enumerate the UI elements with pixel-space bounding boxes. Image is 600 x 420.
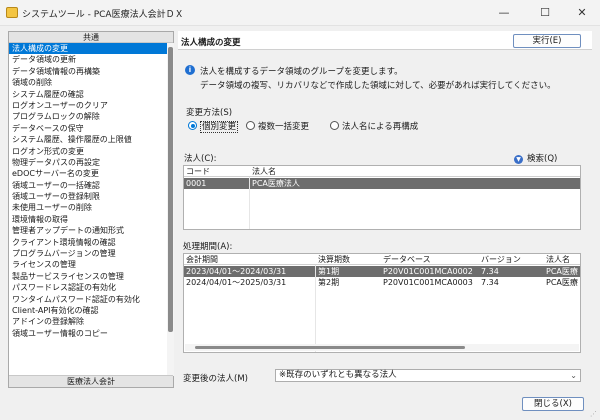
description-line-1: 法人を構成するデータ領域のグループを変更します。 xyxy=(200,67,403,77)
table-cell: 2023/04/01～2024/03/31 xyxy=(186,267,287,276)
sidebar-item[interactable]: ライセンスの管理 xyxy=(9,259,167,270)
sidebar-item[interactable]: 法人構成の変更 xyxy=(9,43,167,55)
sidebar-item[interactable]: Client-API有効化の確認 xyxy=(9,305,167,316)
target-corp-label: 変更後の法人(M) xyxy=(183,374,248,384)
maximize-button[interactable]: ☐ xyxy=(526,0,564,26)
radio-icon[interactable] xyxy=(330,121,339,130)
radio-label: 複数一括変更 xyxy=(258,122,310,132)
menu-scrollbar[interactable] xyxy=(167,43,174,376)
column-divider xyxy=(315,265,316,352)
hscroll-thumb[interactable] xyxy=(195,346,465,349)
table-header-row: コード 法人名 xyxy=(184,166,580,177)
table-cell: 0001 xyxy=(186,179,207,188)
corporation-table: コード 法人名 0001 PCA医療法人 xyxy=(183,165,581,230)
table-cell: PCA医療 xyxy=(546,278,578,287)
sidebar-item[interactable]: 領域の削除 xyxy=(9,77,167,88)
menu-group-footer[interactable]: 医療法人会計 xyxy=(9,375,173,387)
sidebar-item[interactable]: ログオン形式の変更 xyxy=(9,146,167,157)
sidebar-item[interactable]: 物理データパスの再設定 xyxy=(9,157,167,168)
close-window-button[interactable]: ✕ xyxy=(563,0,600,26)
table-header-row: 会計期間 決算期数 データベース バージョン 法人名 xyxy=(184,254,580,265)
sidebar-item[interactable]: 領域ユーザー情報のコピー xyxy=(9,328,167,339)
radio-checked-icon[interactable] xyxy=(188,121,197,130)
menu-scrollbar-thumb[interactable] xyxy=(168,47,173,332)
column-divider xyxy=(249,177,250,229)
table-cell: 2024/04/01～2025/03/31 xyxy=(186,278,287,287)
description-line-2: データ領域の複写、リカバリなどで作成した領域に対して、必要があれば実行してくださ… xyxy=(200,81,556,91)
sidebar-item[interactable]: 管理者アップデートの通知形式 xyxy=(9,225,167,236)
radio-rebuild-by-name[interactable]: 法人名による再構成 xyxy=(330,120,418,132)
target-corp-value: ※既存のいずれとも異なる法人 xyxy=(279,370,397,380)
sidebar-item[interactable]: プログラムバージョンの管理 xyxy=(9,248,167,259)
content-panel: 法人構成の変更 実行(E) i 法人を構成するデータ領域のグループを変更します。… xyxy=(178,31,592,388)
change-method-label: 変更方法(S) xyxy=(186,108,233,118)
table-cell: 第2期 xyxy=(318,278,340,287)
tool-menu-list: 法人構成の変更 データ領域の更新 データ領域情報の再構築 領域の削除 システム履歴の確認… xyxy=(9,43,167,376)
window-title: システムツール - PCA医療法人会計ＤＸ xyxy=(22,10,184,20)
sidebar-item[interactable]: 環境情報の取得 xyxy=(9,214,167,225)
column-header-period[interactable]: 会計期間 xyxy=(184,254,316,265)
sidebar-item[interactable]: パスワードレス認証の有効化 xyxy=(9,282,167,293)
sidebar-item[interactable]: 未使用ユーザーの削除 xyxy=(9,202,167,213)
menu-group-header[interactable]: 共通 xyxy=(9,32,173,43)
resize-grip-icon[interactable]: ⋰ xyxy=(590,410,597,418)
title-bar: システムツール - PCA医療法人会計ＤＸ — ☐ ✕ xyxy=(0,0,600,26)
sidebar-item[interactable]: アドインの登録解除 xyxy=(9,316,167,327)
table-cell: P20V01C001MCA0003 xyxy=(383,278,473,287)
sidebar-item[interactable]: プログラムロックの解除 xyxy=(9,111,167,122)
execute-button[interactable]: 実行(E) xyxy=(513,34,581,48)
table-row[interactable]: 0001 PCA医療法人 xyxy=(184,178,580,189)
minimize-button[interactable]: — xyxy=(485,0,523,26)
table-cell: PCA医療 xyxy=(546,267,578,276)
radio-bulk-change[interactable]: 複数一括変更 xyxy=(246,120,309,132)
radio-label: 個別変更 xyxy=(200,121,239,133)
table-cell: P20V01C001MCA0002 xyxy=(383,267,473,276)
close-button[interactable]: 閉じる(X) xyxy=(522,397,584,411)
info-icon: i xyxy=(185,65,195,75)
tool-menu-panel: 共通 法人構成の変更 データ領域の更新 データ領域情報の再構築 領域の削除 システム履歴… xyxy=(8,31,174,388)
column-header-version[interactable]: バージョン xyxy=(479,254,544,265)
sidebar-item[interactable]: クライアント環境情報の確認 xyxy=(9,237,167,248)
radio-icon[interactable] xyxy=(246,121,255,130)
period-table: 会計期間 決算期数 データベース バージョン 法人名 2023/04/01～20… xyxy=(183,253,581,353)
content-header: 法人構成の変更 実行(E) xyxy=(178,31,592,50)
sidebar-item[interactable]: システム履歴、操作履歴の上限値 xyxy=(9,134,167,145)
sidebar-item[interactable]: ワンタイムパスワード認証の有効化 xyxy=(9,294,167,305)
sidebar-item[interactable]: データ領域情報の再構築 xyxy=(9,66,167,77)
column-header-term[interactable]: 決算期数 xyxy=(316,254,381,265)
chevron-down-icon[interactable]: ⌄ xyxy=(570,370,577,381)
target-corp-select[interactable]: ※既存のいずれとも異なる法人 ⌄ xyxy=(275,369,581,382)
sidebar-item[interactable]: システム履歴の確認 xyxy=(9,89,167,100)
sidebar-item[interactable]: 領域ユーザーの登録制限 xyxy=(9,191,167,202)
radio-individual-change[interactable]: 個別変更 xyxy=(188,120,239,133)
sidebar-item[interactable]: eDOCサーバー名の変更 xyxy=(9,168,167,179)
sidebar-item[interactable]: ログオンユーザーのクリア xyxy=(9,100,167,111)
column-header-code[interactable]: コード xyxy=(184,166,250,177)
sidebar-item[interactable]: データ領域の更新 xyxy=(9,54,167,65)
table-cell: 第1期 xyxy=(318,267,340,276)
radio-label: 法人名による再構成 xyxy=(342,122,419,132)
chevron-down-icon[interactable]: ▼ xyxy=(514,155,523,164)
search-toggle[interactable]: ▼ 検索(Q) xyxy=(514,152,557,164)
table-row[interactable]: 2024/04/01～2025/03/31 第2期 P20V01C001MCA0… xyxy=(184,277,580,288)
corporation-label: 法人(C): xyxy=(184,154,217,164)
column-header-database[interactable]: データベース xyxy=(381,254,479,265)
period-table-hscroll[interactable] xyxy=(185,344,579,351)
column-header-corp-name[interactable]: 法人名 xyxy=(544,254,580,265)
sidebar-item[interactable]: 領域ユーザーの一括確認 xyxy=(9,180,167,191)
sidebar-item[interactable]: 製品サービスライセンスの管理 xyxy=(9,271,167,282)
table-cell: 7.34 xyxy=(481,278,499,287)
page-title: 法人構成の変更 xyxy=(181,38,241,48)
sidebar-item[interactable]: データベースの保守 xyxy=(9,123,167,134)
table-cell: 7.34 xyxy=(481,267,499,276)
column-header-name[interactable]: 法人名 xyxy=(250,166,450,177)
app-icon xyxy=(6,7,18,18)
table-row[interactable]: 2023/04/01～2024/03/31 第1期 P20V01C001MCA0… xyxy=(184,266,580,277)
period-label: 処理期間(A): xyxy=(183,242,233,252)
search-label: 検索(Q) xyxy=(527,154,558,164)
table-cell: PCA医療法人 xyxy=(252,179,300,188)
